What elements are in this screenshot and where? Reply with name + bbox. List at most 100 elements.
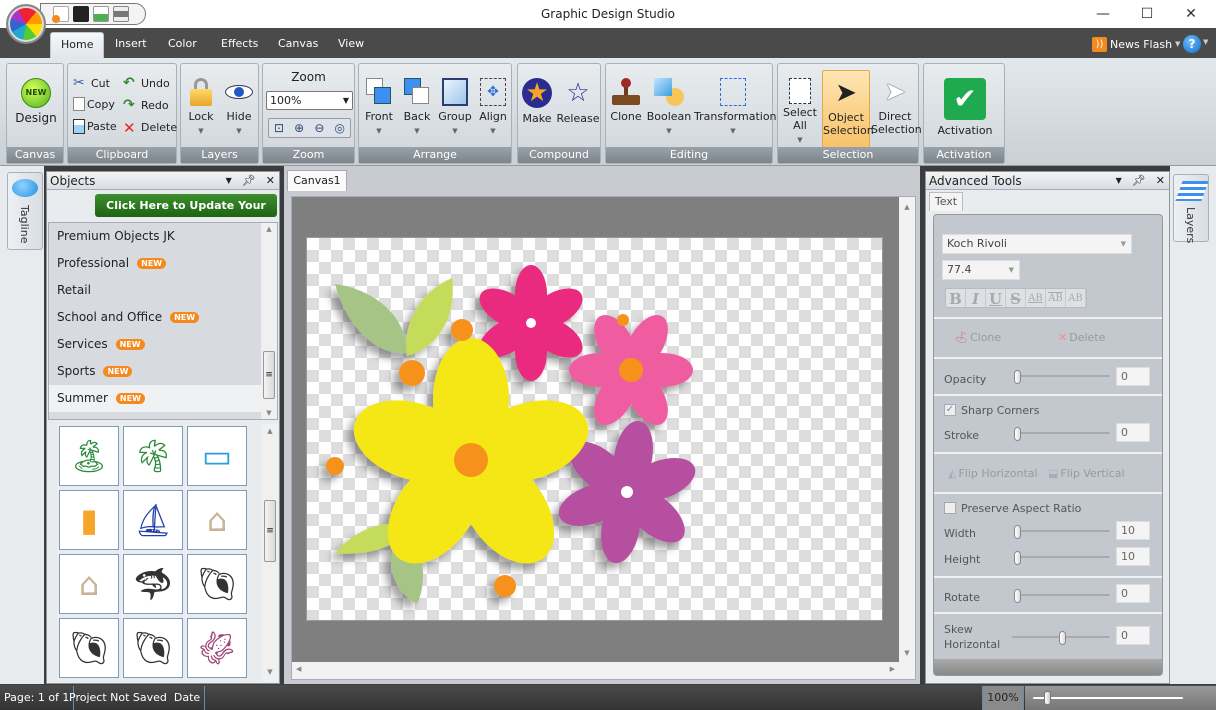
canvas-horizontal-scrollbar[interactable]: ◀ ▶	[292, 662, 899, 679]
category-item[interactable]: Services NEW	[49, 331, 263, 358]
object-thumbnail[interactable]: 🦈︎	[123, 554, 183, 614]
tab-effects[interactable]: Effects	[211, 32, 268, 58]
panel-menu-icon[interactable]: ▼	[1116, 172, 1122, 190]
pin-icon[interactable]: 📌︎	[242, 172, 256, 190]
close-button[interactable]: ✕	[1168, 0, 1214, 28]
save-icon[interactable]	[73, 6, 89, 22]
tab-text[interactable]: Text	[929, 192, 963, 211]
zoom-actual-icon[interactable]: ◎	[334, 121, 344, 135]
height-slider[interactable]	[1014, 551, 1110, 565]
panel-clone-button[interactable]: ⛳︎ Clone	[954, 331, 1001, 344]
scroll-down-icon[interactable]: ▼	[261, 409, 277, 417]
scroll-thumb[interactable]: ≡	[263, 351, 275, 399]
slider-handle[interactable]	[1059, 631, 1066, 645]
italic-button[interactable]: I	[966, 289, 986, 308]
transformation-button[interactable]: Transformation ▼	[694, 78, 777, 138]
skew-input[interactable]: 0	[1116, 626, 1150, 645]
scroll-down-icon[interactable]: ▼	[899, 649, 915, 657]
object-thumbnail[interactable]: 🐚︎	[187, 554, 247, 614]
release-button[interactable]: ☆ Release	[556, 78, 600, 125]
font-size-dropdown[interactable]: 77.4 ▼	[942, 260, 1020, 280]
panel-close-icon[interactable]: ✕	[266, 172, 275, 190]
align-button[interactable]: ✥ Align ▼	[475, 78, 511, 138]
print-icon[interactable]	[113, 6, 129, 22]
paste-button[interactable]: Paste	[73, 119, 117, 134]
underline-button[interactable]: U	[986, 289, 1006, 308]
new-document-icon[interactable]	[52, 6, 69, 23]
opacity-input[interactable]: 0	[1116, 367, 1150, 386]
export-icon[interactable]	[93, 6, 109, 22]
group-button[interactable]: Group ▼	[436, 78, 474, 138]
hide-button[interactable]: Hide ▼	[221, 78, 257, 138]
canvas-vertical-scrollbar[interactable]: ▲ ▼	[899, 197, 915, 663]
slider-handle[interactable]	[1014, 370, 1021, 384]
object-thumbnail[interactable]: ⛵︎	[123, 490, 183, 550]
panel-close-icon[interactable]: ✕	[1156, 172, 1165, 190]
lock-button[interactable]: Lock ▼	[185, 78, 217, 138]
make-button[interactable]: ★ Make	[520, 78, 554, 125]
stroke-slider[interactable]	[1014, 427, 1110, 441]
zoom-out-icon[interactable]: ⊖	[314, 121, 324, 135]
select-all-button[interactable]: Select All ▼	[780, 78, 820, 147]
zoom-slider-handle[interactable]	[1044, 691, 1051, 705]
overline-ab-button[interactable]: AB	[1046, 289, 1066, 307]
help-button[interactable]: ?	[1183, 35, 1201, 53]
scroll-right-icon[interactable]: ▶	[890, 665, 895, 673]
scroll-down-icon[interactable]: ▼	[262, 668, 278, 676]
layers-side-tab[interactable]: Layers	[1173, 174, 1209, 243]
object-thumbnail[interactable]: 🌴︎	[123, 426, 183, 486]
pin-icon[interactable]: 📌︎	[1132, 172, 1146, 190]
category-item[interactable]: School and Office NEW	[49, 304, 263, 331]
sharp-corners-checkbox[interactable]: ✓	[944, 404, 956, 416]
category-scrollbar[interactable]: ▲ ≡ ▼	[261, 223, 277, 419]
width-input[interactable]: 10	[1116, 521, 1150, 540]
category-item[interactable]: Professional NEW	[49, 250, 263, 277]
status-zoom-slider[interactable]	[1025, 686, 1216, 710]
scroll-up-icon[interactable]: ▲	[261, 225, 277, 233]
category-item[interactable]: Summer NEW	[49, 385, 263, 412]
tab-home[interactable]: Home	[50, 32, 105, 58]
width-slider[interactable]	[1014, 525, 1110, 539]
activation-button[interactable]: ✔ Activation	[928, 78, 1002, 137]
minimize-button[interactable]: —	[1080, 0, 1126, 28]
object-thumbnail[interactable]: ⌂	[59, 554, 119, 614]
update-content-button[interactable]: Click Here to Update Your Content	[95, 194, 277, 235]
panel-delete-button[interactable]: ✕ Delete	[1058, 331, 1105, 344]
object-thumbnail[interactable]: 🏝︎	[59, 426, 119, 486]
object-thumbnail[interactable]: ⌂	[187, 490, 247, 550]
category-item[interactable]: Premium Objects JK	[49, 223, 263, 250]
object-selection-button[interactable]: ➤ Object Selection	[822, 70, 874, 148]
redo-button[interactable]: ↷ Redo	[123, 97, 169, 113]
underline-ab-button[interactable]: AB	[1026, 289, 1046, 307]
scroll-thumb[interactable]: ≡	[264, 500, 276, 562]
flip-vertical-button[interactable]: ⬓ Flip Vertical	[1048, 467, 1125, 480]
tab-canvas[interactable]: Canvas	[268, 32, 328, 58]
back-button[interactable]: Back ▼	[399, 78, 435, 138]
document-tab-canvas1[interactable]: Canvas1	[287, 170, 347, 191]
boolean-button[interactable]: Boolean ▼	[646, 78, 692, 138]
flip-horizontal-button[interactable]: ◭ Flip Horizontal	[948, 467, 1038, 480]
delete-button[interactable]: ✕ Delete	[123, 119, 177, 137]
direct-selection-button[interactable]: ➤ Direct Selection	[871, 78, 922, 136]
slider-handle[interactable]	[1014, 589, 1021, 603]
rotate-input[interactable]: 0	[1116, 584, 1150, 603]
object-thumbnail[interactable]: 🦑︎	[187, 618, 247, 678]
zoom-in-icon[interactable]: ⊕	[294, 121, 304, 135]
tagline-side-tab[interactable]: Tagline	[7, 172, 43, 250]
object-thumbnail[interactable]: ▮	[59, 490, 119, 550]
object-thumbnail[interactable]: ▭	[187, 426, 247, 486]
scroll-left-icon[interactable]: ◀	[296, 665, 301, 673]
zoom-fit-icon[interactable]: ⊡	[274, 121, 284, 135]
news-flash-button[interactable]: )) News Flash ▼	[1092, 35, 1180, 53]
slider-handle[interactable]	[1014, 427, 1021, 441]
tab-view[interactable]: View	[328, 32, 374, 58]
plain-ab-button[interactable]: AB	[1066, 289, 1086, 307]
app-menu-orb[interactable]	[6, 4, 46, 44]
tab-insert[interactable]: Insert	[105, 32, 157, 58]
font-family-dropdown[interactable]: Koch Rivoli ▼	[942, 234, 1132, 254]
strikethrough-button[interactable]: S	[1006, 289, 1026, 308]
front-button[interactable]: Front ▼	[361, 78, 397, 138]
opacity-slider[interactable]	[1014, 370, 1110, 384]
undo-button[interactable]: ↶ Undo	[123, 75, 170, 91]
design-button[interactable]: NEW Design	[11, 78, 61, 125]
